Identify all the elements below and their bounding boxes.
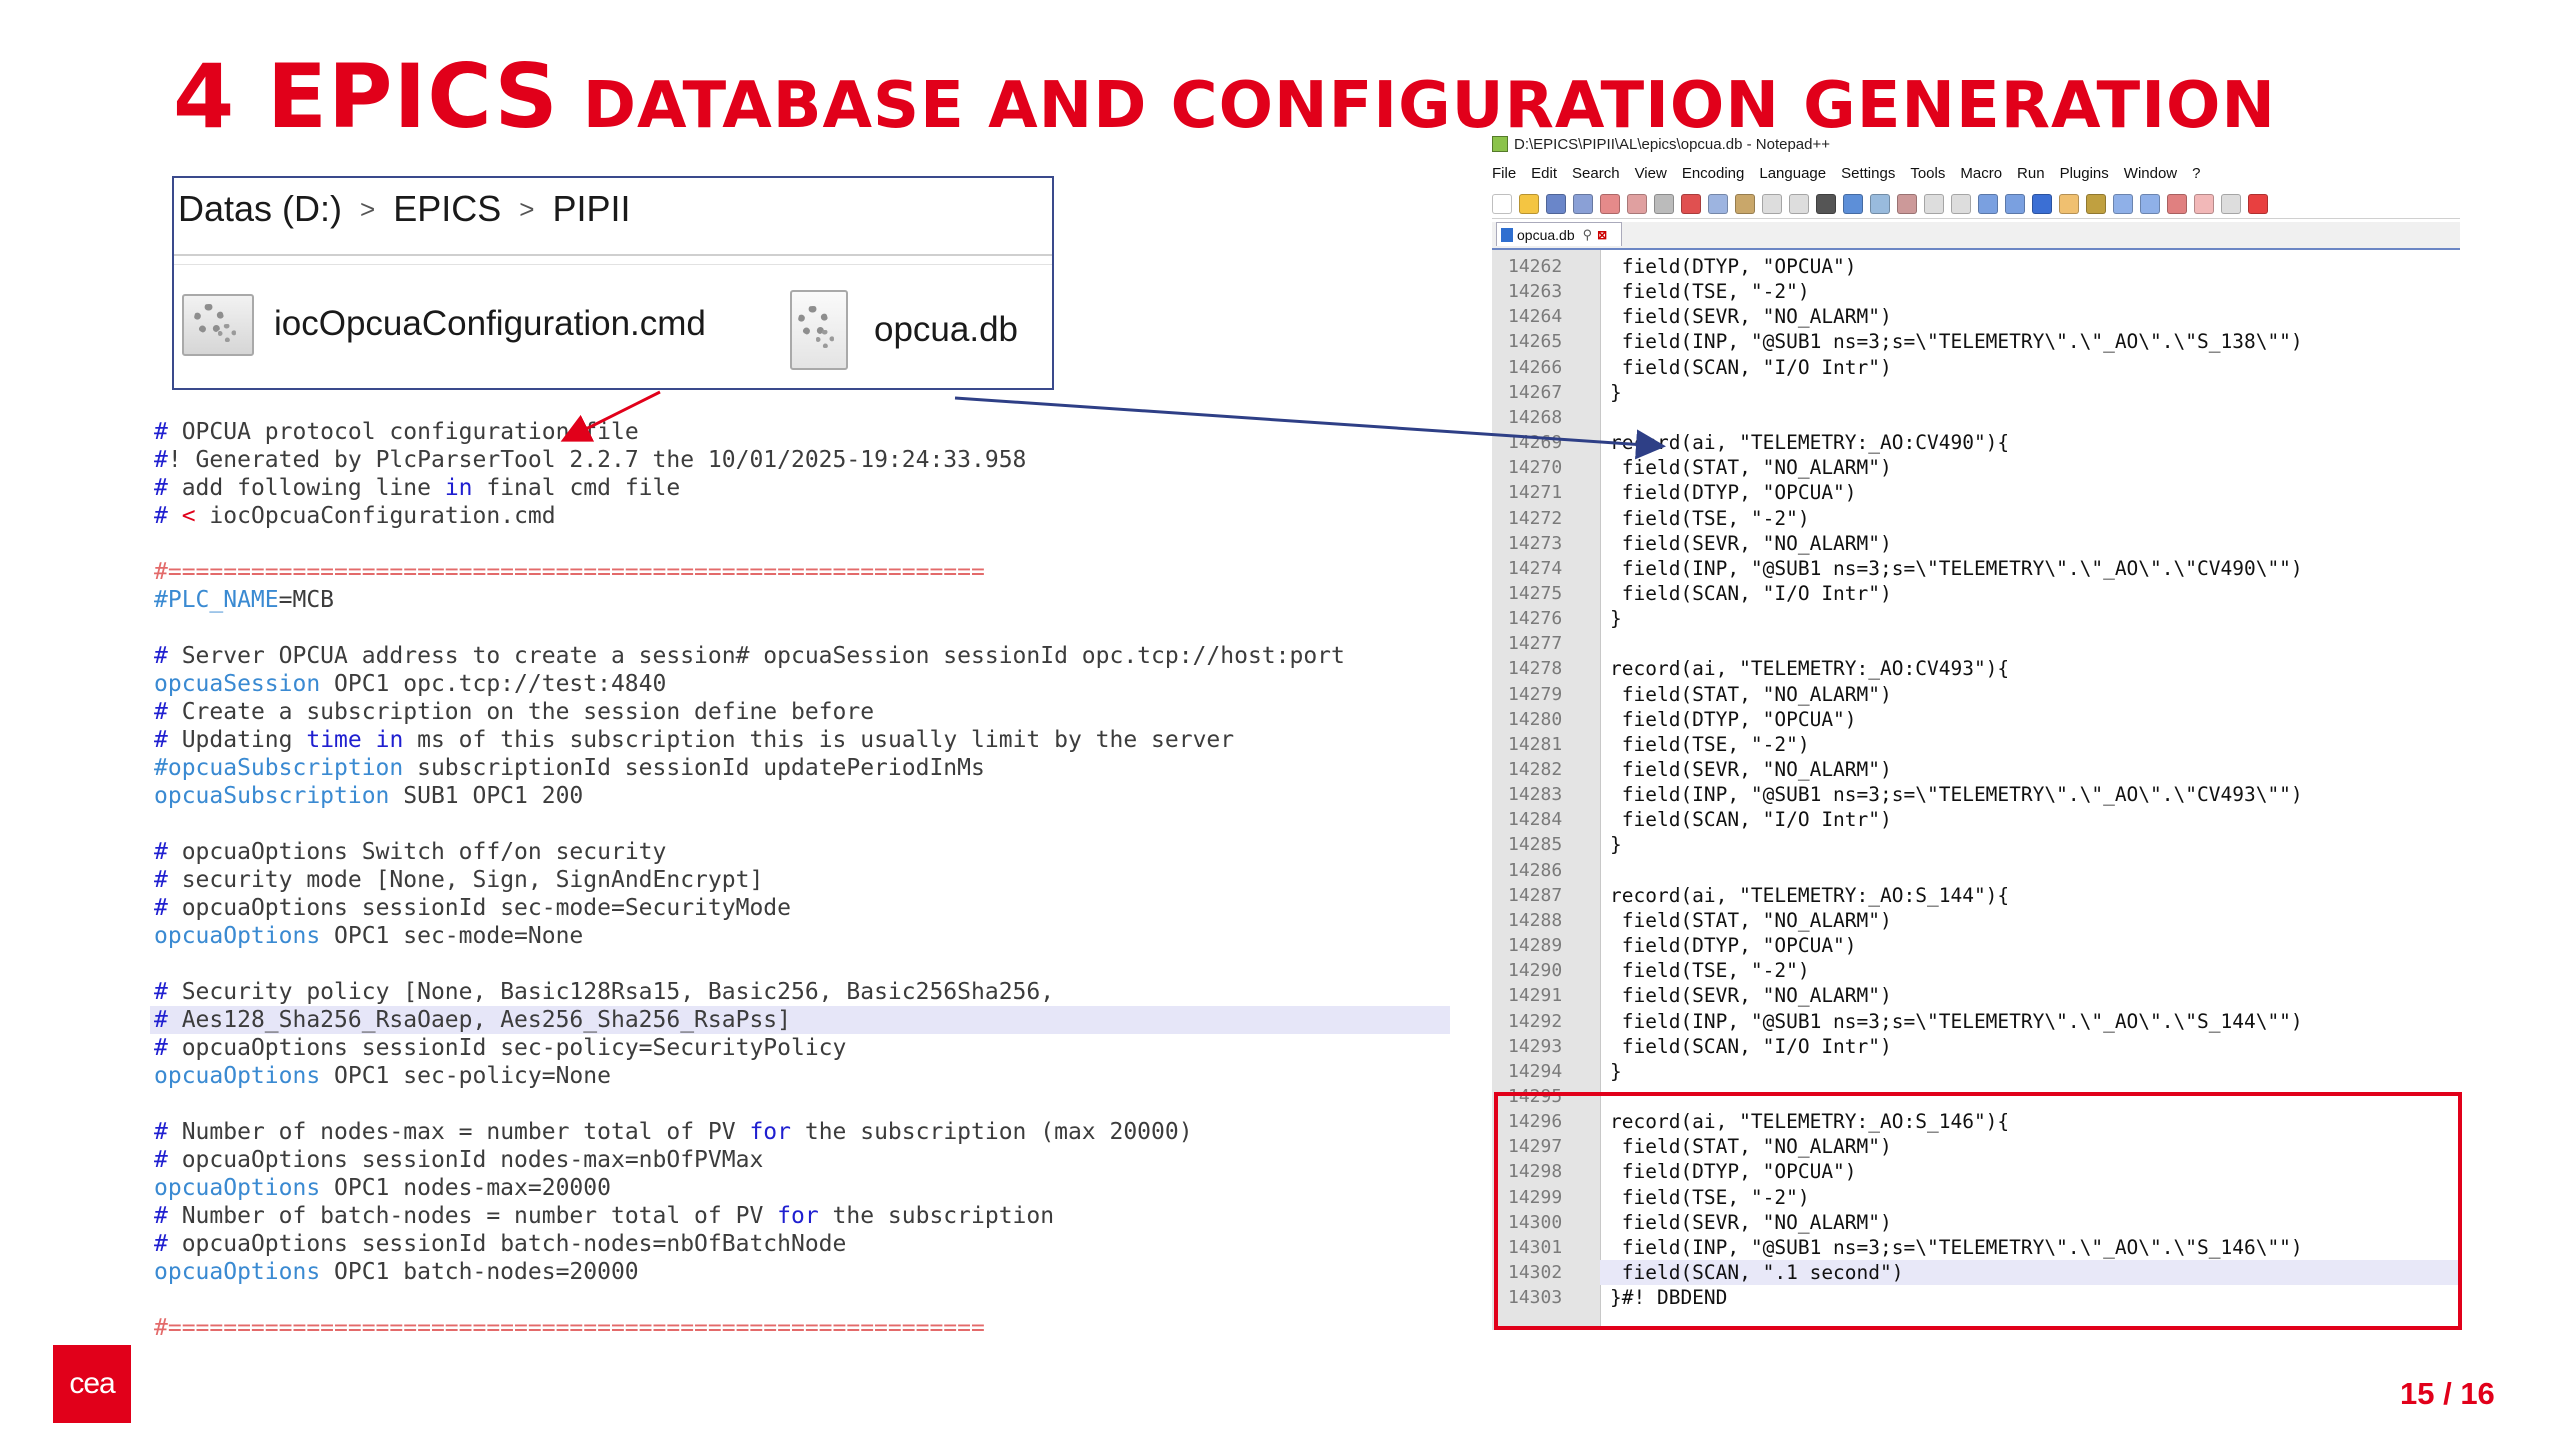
annotation-arrows [560,390,1666,460]
blue-arrow [954,396,1666,460]
red-arrow [560,390,661,442]
cea-logo: cea [53,1345,131,1423]
page-number: 15 / 16 [2400,1376,2495,1411]
